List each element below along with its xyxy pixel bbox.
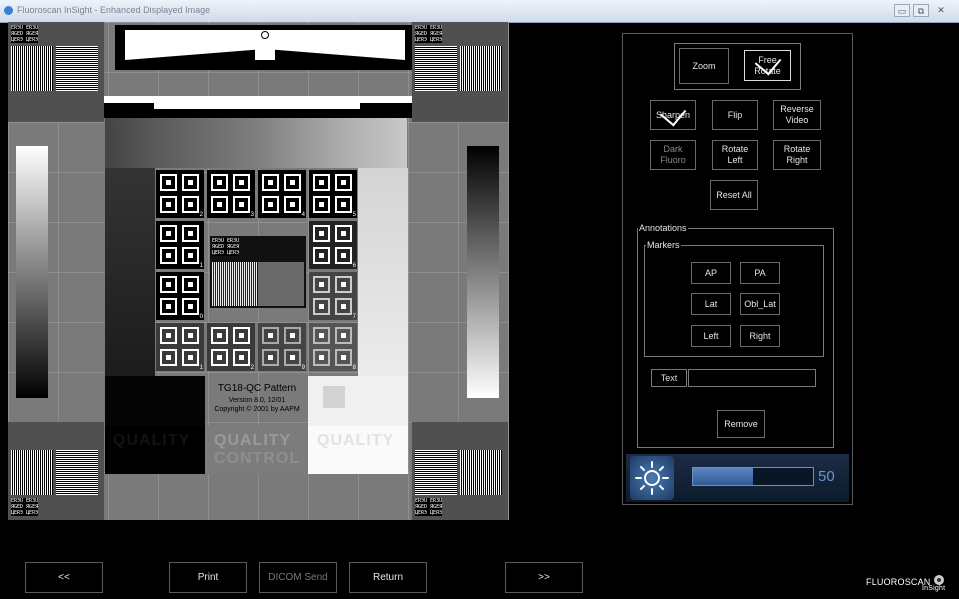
- quality-text-light: QUALITY: [317, 432, 395, 449]
- black-patch: [105, 376, 205, 426]
- restore-button[interactable]: ⧉: [913, 4, 929, 17]
- quality-text-dark: QUALITY: [113, 432, 191, 449]
- markers-label: Markers: [646, 240, 681, 250]
- qc-patch: 3: [207, 170, 255, 218]
- luminance-ramp-right: [467, 146, 499, 398]
- corner-patch-top-left: ERЭU ЕR3U ЯGED ЯGEЯ ЦERЭ ЦERЭ: [8, 22, 104, 122]
- marker-ap-button[interactable]: AP: [691, 262, 731, 284]
- image-viewer[interactable]: QUALITY QUALITY CONTROL QUALITY ERЭU ЕR3…: [8, 22, 509, 520]
- fluoroscan-logo: FLUOROSCAN InSight: [866, 574, 945, 592]
- brightness-value: 50: [818, 468, 835, 485]
- rotate-left-button[interactable]: Rotate Left: [712, 140, 758, 170]
- brightness-slider[interactable]: [692, 467, 814, 486]
- print-button[interactable]: Print: [169, 562, 247, 593]
- qc-patch: 2: [156, 170, 204, 218]
- pattern-copyright: Copyright © 2001 by AAPM: [214, 406, 300, 413]
- microtext: ERЭU ЕR3U ЯGED ЯGEЯ ЦERЭ ЦERЭ: [415, 498, 443, 516]
- return-button[interactable]: Return: [349, 562, 427, 593]
- marker-right-button[interactable]: Right: [740, 325, 780, 347]
- resolution-bar-top: [115, 25, 415, 70]
- microtext: ERЭU ЕR3U ЯGED ЯGEЯ ЦERЭ ЦERЭ: [11, 25, 39, 43]
- pattern-title: TG18-QC Pattern: [217, 383, 297, 394]
- microtext: ERЭU ЕR3U ЯGED ЯGEЯ ЦERЭ ЦERЭ: [11, 498, 39, 516]
- dark-column: [105, 168, 155, 378]
- pattern-version-block: Version 8.0, 12/01 Copyright © 2001 by A…: [202, 396, 312, 414]
- quality-text-mid: QUALITY: [214, 432, 292, 449]
- dicom-send-button[interactable]: DICOM Send: [259, 562, 337, 593]
- marker-pa-button[interactable]: PA: [740, 262, 780, 284]
- qc-patch: 4: [258, 170, 306, 218]
- corner-patch-top-right: ERЭU ЕR3U ЯGED ЯGEЯ ЦERЭ ЦERЭ: [412, 22, 508, 122]
- corner-patch-bottom-left: ERЭU ЕR3U ЯGED ЯGEЯ ЦERЭ ЦERЭ: [8, 422, 104, 520]
- center-resolution-patch: ERЭU ЕR3U ЯGED ЯGEЯ ЦERЭ ЦERЭ: [210, 236, 306, 308]
- marker-obl-lat-button[interactable]: Obl_Lat: [740, 293, 780, 315]
- rotate-right-button[interactable]: Rotate Right: [773, 140, 821, 170]
- brightness-sun-icon[interactable]: [630, 456, 674, 500]
- white-inner-patch: [323, 386, 345, 408]
- qc-patch: 8: [309, 323, 357, 371]
- marker-lat-button[interactable]: Lat: [691, 293, 731, 315]
- qc-patch: 5: [309, 170, 357, 218]
- microtext: ERЭU ЕR3U ЯGED ЯGEЯ ЦERЭ ЦERЭ: [212, 238, 240, 256]
- logo-main-text: FLUOROSCAN: [866, 577, 931, 587]
- annotations-label: Annotations: [638, 223, 688, 233]
- markers-group: [644, 245, 824, 357]
- qc-patch: 1: [156, 221, 204, 269]
- app-icon: [4, 6, 13, 15]
- qc-patch: 0: [156, 272, 204, 320]
- remove-button[interactable]: Remove: [717, 410, 765, 438]
- luminance-ramp-left: [16, 146, 48, 398]
- qc-patch: 7: [309, 272, 357, 320]
- qc-patch: 1: [156, 323, 204, 371]
- minimize-button[interactable]: ▭: [894, 4, 910, 17]
- reset-all-button[interactable]: Reset All: [710, 180, 758, 210]
- corner-patch-bottom-right: ERЭU ЕR3U ЯGED ЯGEЯ ЦERЭ ЦERЭ: [412, 422, 508, 520]
- flip-button[interactable]: Flip: [712, 100, 758, 130]
- title-bar: Fluoroscan InSight - Enhanced Displayed …: [0, 0, 959, 23]
- marker-left-button[interactable]: Left: [691, 325, 731, 347]
- dark-fluoro-button[interactable]: Dark Fluoro: [650, 140, 696, 170]
- text-label: Text: [651, 369, 687, 387]
- qc-patch: 2: [207, 323, 255, 371]
- reverse-video-button[interactable]: Reverse Video: [773, 100, 821, 130]
- qc-patch: 9: [258, 323, 306, 371]
- zoom-button[interactable]: Zoom: [679, 48, 729, 84]
- contrast-stripe: [54, 96, 460, 118]
- control-text-mid: CONTROL: [214, 450, 301, 467]
- gray-step-row: [105, 118, 407, 168]
- brightness-slider-fill: [693, 468, 753, 485]
- window-title: Fluoroscan InSight - Enhanced Displayed …: [17, 5, 211, 15]
- pattern-version: Version 8.0, 12/01: [228, 397, 286, 404]
- next-button[interactable]: >>: [505, 562, 583, 593]
- qc-patch: 6: [309, 221, 357, 269]
- close-button[interactable]: ✕: [933, 4, 949, 17]
- previous-button[interactable]: <<: [25, 562, 103, 593]
- microtext: ERЭU ЕR3U ЯGED ЯGEЯ ЦERЭ ЦERЭ: [415, 25, 443, 43]
- annotation-text-input[interactable]: [688, 369, 816, 387]
- light-column: [358, 168, 408, 378]
